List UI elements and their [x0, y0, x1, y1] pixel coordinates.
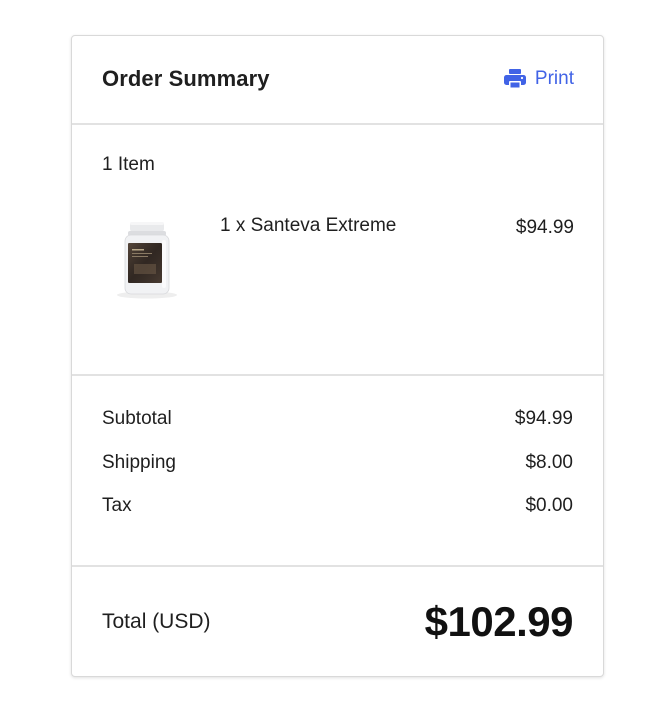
product-image: [112, 216, 182, 300]
item-count: 1 Item: [102, 154, 155, 175]
header-divider: [72, 123, 603, 125]
print-label: Print: [534, 68, 574, 89]
tax-value: $0.00: [525, 495, 573, 516]
tax-label: Tax: [102, 495, 132, 516]
grand-total-row: Total (USD) $102.99: [102, 598, 574, 646]
subtotal-label: Subtotal: [102, 408, 172, 429]
tax-row: Tax $0.00: [102, 495, 573, 517]
shipping-label: Shipping: [102, 452, 176, 473]
order-summary-title: Order Summary: [102, 66, 270, 91]
grand-total-value: $102.99: [424, 598, 574, 645]
print-button[interactable]: Print: [503, 68, 574, 90]
product-price: $94.99: [515, 217, 574, 238]
shipping-row: Shipping $8.00: [102, 452, 573, 474]
subtotal-value: $94.99: [514, 408, 573, 429]
totals-divider: [72, 565, 603, 567]
shipping-value: $8.00: [525, 452, 573, 473]
product-name: 1 x Santeva Extreme: [220, 215, 397, 236]
order-summary-card: Order Summary Print 1 Item 1 x Santeva E…: [71, 35, 604, 677]
grand-total-label: Total (USD): [102, 610, 211, 633]
subtotal-row: Subtotal $94.99: [102, 408, 573, 430]
printer-icon: [503, 68, 527, 90]
items-divider: [72, 374, 603, 376]
